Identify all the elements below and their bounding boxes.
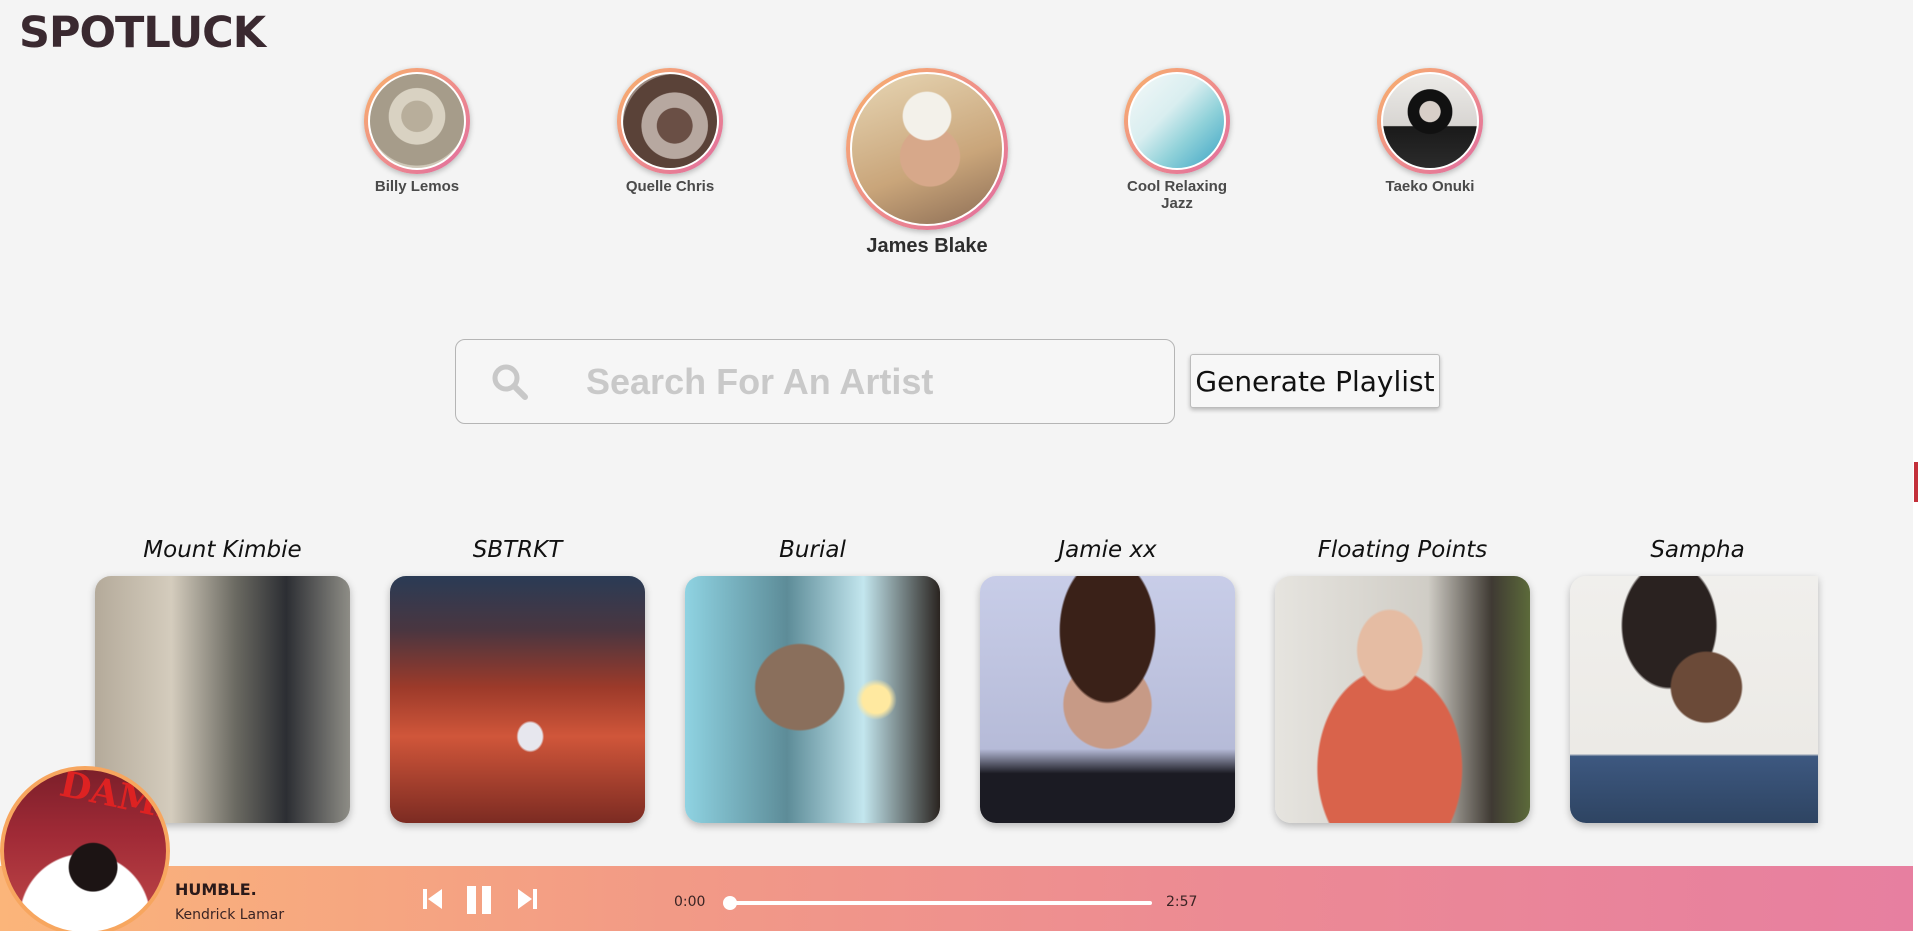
artist-avatar[interactable] xyxy=(1377,68,1483,174)
scrollbar[interactable] xyxy=(1913,0,1919,931)
next-track-icon[interactable] xyxy=(516,886,538,917)
related-artist-image[interactable] xyxy=(390,576,645,823)
artist-avatar[interactable] xyxy=(1124,68,1230,174)
artist-name: Cool Relaxing Jazz xyxy=(1126,178,1227,212)
related-artist-card[interactable]: Sampha xyxy=(1570,532,1825,823)
related-artist-name: Mount Kimbie xyxy=(143,537,302,563)
artist-avatar[interactable] xyxy=(617,68,723,174)
artist-avatar-current[interactable] xyxy=(846,68,1008,230)
generate-playlist-button[interactable]: Generate Playlist xyxy=(1190,354,1440,408)
duration-time: 2:57 xyxy=(1166,894,1198,910)
related-artist-image[interactable] xyxy=(685,576,940,823)
app-logo[interactable]: SPOTLUCK xyxy=(19,8,266,58)
artist-name: James Blake xyxy=(866,235,988,257)
track-title: HUMBLE. xyxy=(175,880,257,899)
related-artist-image[interactable] xyxy=(980,576,1235,823)
related-artist-name: Jamie xx xyxy=(1058,537,1157,563)
track-artist: Kendrick Lamar xyxy=(175,907,285,923)
history-artist-billy-lemos[interactable]: Billy Lemos xyxy=(357,68,477,195)
pause-icon[interactable] xyxy=(465,884,495,921)
album-art[interactable]: DAMN xyxy=(0,766,170,931)
progress-bar[interactable] xyxy=(730,901,1152,905)
related-artist-image[interactable] xyxy=(1570,576,1818,823)
related-artist-card[interactable]: Burial xyxy=(685,532,940,823)
history-artist-taeko-onuki[interactable]: Taeko Onuki xyxy=(1370,68,1490,195)
search-icon[interactable] xyxy=(490,362,530,402)
related-artist-name: Sampha xyxy=(1650,537,1745,563)
progress-handle[interactable] xyxy=(723,896,737,910)
player-bar xyxy=(0,866,1913,931)
related-artist-card[interactable]: Jamie xx xyxy=(980,532,1235,823)
elapsed-time: 0:00 xyxy=(674,894,706,910)
search-input[interactable] xyxy=(586,358,1146,406)
related-artist-name: Floating Points xyxy=(1317,537,1488,563)
related-artist-name: SBTRKT xyxy=(472,537,563,563)
related-artist-card[interactable]: SBTRKT xyxy=(390,532,645,823)
search-bar[interactable] xyxy=(455,339,1175,424)
history-artist-cool-relaxing-jazz[interactable]: Cool Relaxing Jazz xyxy=(1117,68,1237,212)
artist-name: Billy Lemos xyxy=(374,178,460,195)
history-artist-james-blake[interactable]: James Blake xyxy=(837,68,1017,257)
artist-avatar[interactable] xyxy=(364,68,470,174)
history-artist-quelle-chris[interactable]: Quelle Chris xyxy=(610,68,730,195)
related-artist-name: Burial xyxy=(779,537,846,563)
related-artist-image[interactable] xyxy=(1275,576,1530,823)
artist-name: Taeko Onuki xyxy=(1385,178,1475,195)
related-artist-card[interactable]: Floating Points xyxy=(1275,532,1530,823)
artist-name: Quelle Chris xyxy=(625,178,715,195)
previous-track-icon[interactable] xyxy=(422,886,444,917)
